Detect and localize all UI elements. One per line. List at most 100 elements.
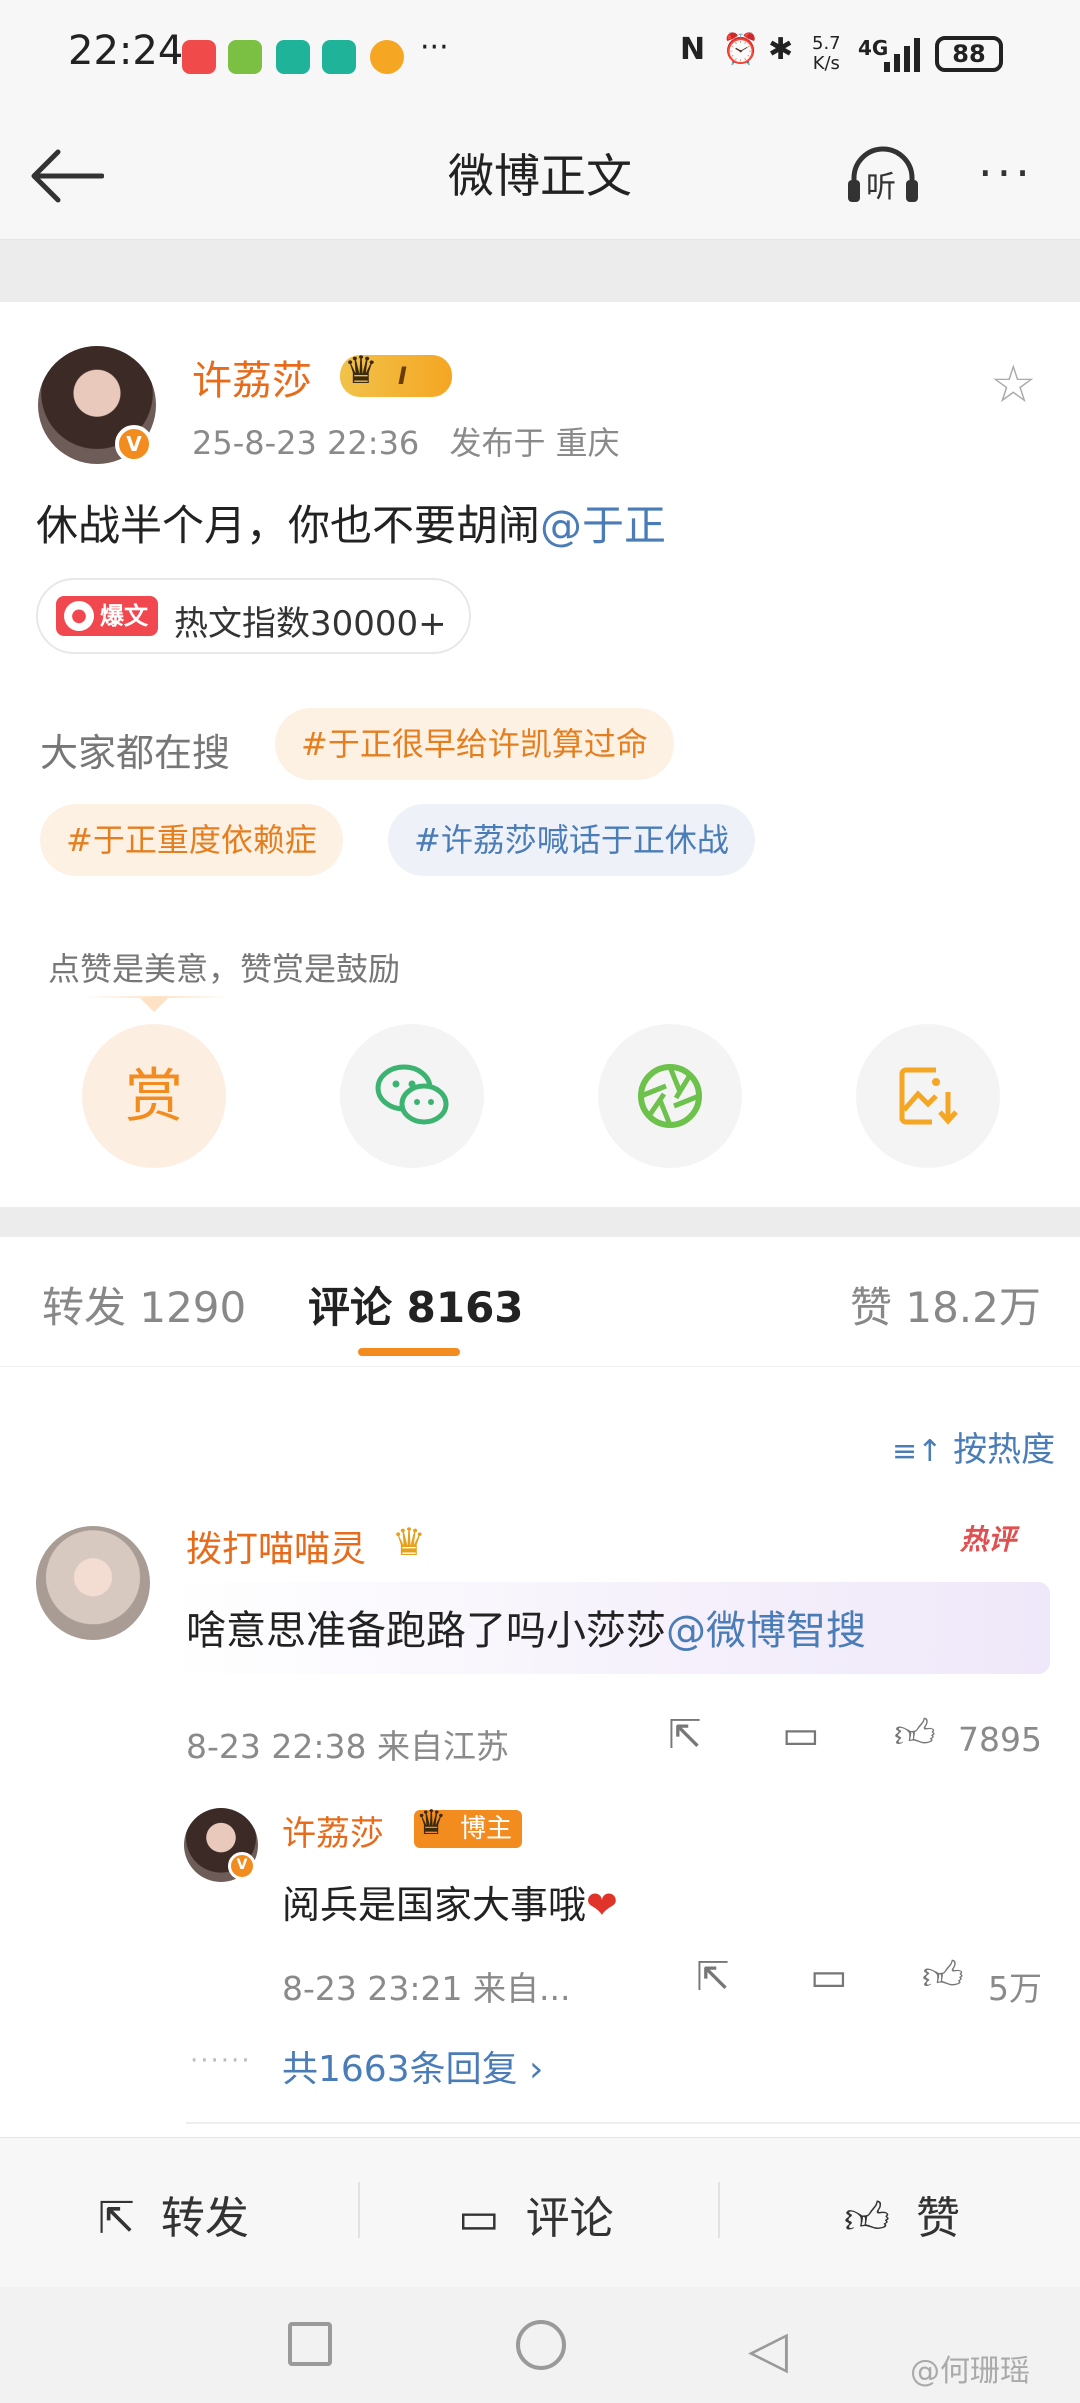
reply-text: 阅兵是国家大事哦❤ (282, 1874, 618, 1929)
flame-icon: ● (64, 601, 94, 631)
trending-search-label: 大家都在搜 (40, 731, 231, 775)
hot-article-tag-text: 爆文 (100, 602, 148, 630)
action-separator (358, 2182, 360, 2238)
wechat-icon (375, 1064, 449, 1125)
reply-comment-icon[interactable]: ▭ (810, 1954, 848, 2000)
crown-icon: ♛ (416, 1803, 447, 1843)
repost-icon: ⇱ (98, 2193, 135, 2244)
post-content: 休战半个月，你也不要胡闹@于正 (36, 492, 666, 553)
notification-sport-icon-2 (322, 40, 356, 74)
section-gap (0, 1207, 1080, 1237)
image-download-icon (899, 1067, 958, 1125)
reply-author-name[interactable]: 许荔莎 (282, 1806, 384, 1855)
home-icon[interactable] (516, 2320, 566, 2370)
comment-text: 啥意思准备跑路了吗小莎莎@微博智搜 (186, 1598, 866, 1656)
hot-article-tag: ● 爆文 (56, 596, 158, 636)
net-speed-unit: K/s (812, 53, 840, 74)
active-tab-indicator (358, 1348, 460, 1356)
heart-emoji: ❤ (586, 1883, 618, 1927)
post-location: 发布于 重庆 (449, 424, 620, 462)
sort-icon: ≡↑ (892, 1434, 943, 1469)
reply-meta: 8-23 23:21 来自... (282, 1969, 571, 2008)
back-triangle-icon[interactable]: ◁ (748, 2320, 788, 2380)
share-moments-button[interactable] (598, 1024, 742, 1168)
comment-like-icon[interactable]: 👍︎ (894, 1710, 936, 1758)
hot-index-text: 热文指数30000+ (174, 604, 447, 644)
weibo-notification-icon (370, 40, 404, 74)
comment-label: 评论 (525, 2193, 614, 2244)
action-separator (718, 2182, 720, 2238)
reply-verified-icon: V (228, 1852, 256, 1880)
net-speed: 5.7 K/s (812, 34, 841, 74)
repost-label: 转发 (160, 2193, 249, 2244)
save-image-button[interactable] (856, 1024, 1000, 1168)
more-options-button[interactable]: ··· (978, 146, 1034, 200)
fan-crown-icon: ♛ (392, 1520, 427, 1564)
trending-chip[interactable]: #于正很早给许凯算过命 (275, 708, 674, 780)
comment-divider (186, 2122, 1080, 2124)
blogger-badge-text: 博主 (460, 1814, 513, 1844)
post-meta: 25-8-23 22:36 发布于 重庆 (192, 418, 620, 464)
member-level-text: I (398, 362, 407, 390)
reward-button[interactable]: 赏 (82, 1024, 226, 1168)
hot-comment-badge: 热评 (960, 1523, 1017, 1556)
moments-aperture-icon (638, 1064, 702, 1128)
comment-icon: ▭ (458, 2193, 500, 2244)
section-gap (0, 240, 1080, 302)
battery-icon: 88 (935, 36, 1003, 72)
trending-chip[interactable]: #许荔莎喊话于正休战 (388, 804, 755, 876)
signal-icon (880, 38, 924, 72)
commenter-name[interactable]: 拨打喵喵灵 (186, 1520, 366, 1572)
recent-apps-icon[interactable] (288, 2322, 332, 2366)
trending-chip[interactable]: #于正重度依赖症 (40, 804, 343, 876)
net-speed-value: 5.7 (812, 33, 841, 54)
thumbs-up-icon: 👍︎ (844, 2193, 890, 2244)
comment-share-icon[interactable]: ⇱ (668, 1712, 702, 1758)
comment-like-count: 7895 (958, 1720, 1042, 1759)
more-notifications: ··· (420, 30, 449, 65)
notification-app-icon (182, 40, 216, 74)
reply-body: 阅兵是国家大事哦 (282, 1883, 587, 1927)
crown-icon: ♛ (344, 348, 379, 392)
comment-reply-icon[interactable]: ▭ (782, 1712, 820, 1758)
like-label: 赞 (915, 2193, 960, 2244)
notification-sport-icon (276, 40, 310, 74)
commenter-avatar[interactable] (36, 1526, 150, 1640)
listen-label: 听 (866, 170, 896, 205)
repost-button[interactable]: ⇱ 转发 (98, 2182, 249, 2246)
reply-thread-dots: ······ (190, 2046, 252, 2076)
blogger-badge: ♛ 博主 (414, 1804, 522, 1848)
author-name[interactable]: 许荔莎 (192, 348, 312, 406)
nfc-icon: N (680, 32, 706, 67)
reply-like-count: 5万 (988, 1969, 1042, 2008)
reply-like-icon[interactable]: 👍︎ (922, 1952, 964, 2000)
alarm-icon: ⏰ (722, 32, 760, 67)
post-time: 25-8-23 22:36 (192, 424, 420, 462)
view-more-replies-link[interactable]: 共1663条回复 › (282, 2040, 543, 2092)
reply-share-icon[interactable]: ⇱ (696, 1954, 730, 2000)
bluetooth-icon: ✱ (768, 32, 794, 67)
member-level-badge: ♛ I (340, 349, 452, 397)
listen-button[interactable]: 听 (846, 146, 920, 206)
sort-label: 按热度 (953, 1430, 1056, 1470)
like-button[interactable]: 👍︎ 赞 (844, 2182, 960, 2246)
verified-badge-icon: V (115, 425, 153, 463)
comment-meta: 8-23 22:38 来自江苏 (186, 1727, 509, 1766)
share-wechat-button[interactable] (340, 1024, 484, 1168)
favorite-star-icon[interactable]: ☆ (990, 355, 1037, 415)
reward-label: 赏 (124, 1062, 183, 1130)
comment-body: 啥意思准备跑路了吗小莎莎 (186, 1608, 666, 1654)
tab-like[interactable]: 赞 18.2万 (850, 1274, 1041, 1335)
post-text: 休战半个月，你也不要胡闹 (36, 501, 541, 550)
watermark: @何珊瑶 (910, 2354, 1030, 2389)
sort-toggle[interactable]: ≡↑ 按热度 (892, 1422, 1055, 1471)
status-time: 22:24 (68, 28, 184, 74)
tip-pointer (140, 998, 168, 1012)
notification-game-icon (228, 40, 262, 74)
post-mention-link[interactable]: @于正 (540, 501, 666, 550)
reward-tip: 点赞是美意，赞赏是鼓励 (48, 950, 401, 988)
tab-repost[interactable]: 转发 1290 (42, 1274, 246, 1335)
comment-button[interactable]: ▭ 评论 (458, 2182, 614, 2246)
tab-comment[interactable]: 评论 8163 (308, 1274, 524, 1335)
comment-mention-link[interactable]: @微博智搜 (666, 1608, 866, 1654)
